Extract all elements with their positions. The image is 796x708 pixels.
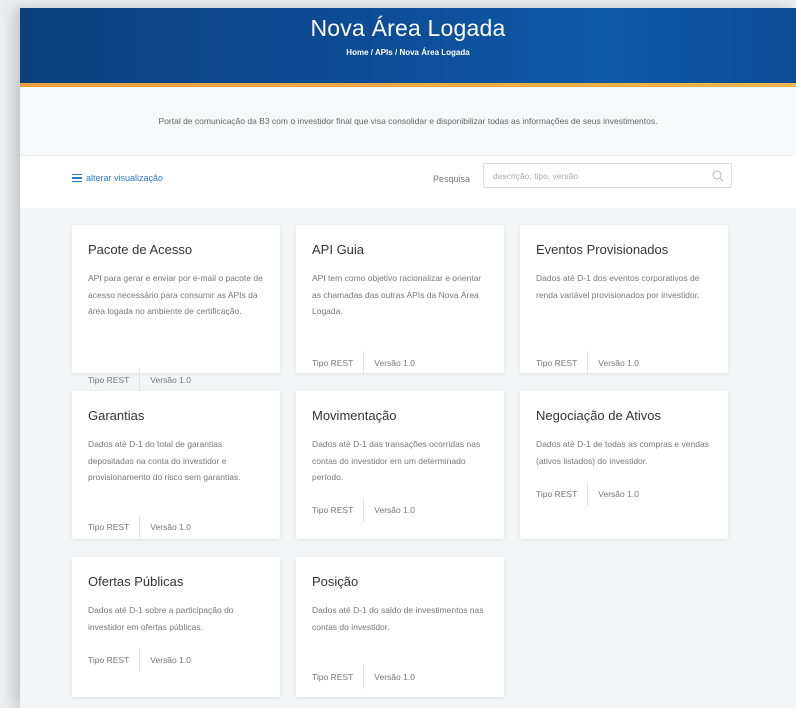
breadcrumb-separator: / (370, 48, 373, 57)
breadcrumb-apis[interactable]: APIs (375, 48, 393, 57)
card-meta: Tipo REST Versão 1.0 (88, 648, 191, 672)
card-title: Movimentação (312, 408, 397, 423)
card-title: Eventos Provisionados (536, 242, 669, 257)
card-version: Versão 1.0 (598, 489, 639, 499)
toolbar: alterar visualização Pesquisa (20, 156, 796, 208)
card-version: Versão 1.0 (374, 358, 415, 368)
card-version: Versão 1.0 (150, 655, 191, 665)
api-card[interactable]: Movimentação Dados até D-1 das transaçõe… (296, 391, 504, 539)
card-version: Versão 1.0 (598, 358, 639, 368)
card-type: Tipo REST (312, 358, 354, 368)
api-card[interactable]: API Guia API tem como objetivo racionali… (296, 225, 504, 375)
intro-section: Portal de comunicação da B3 com o invest… (20, 87, 796, 156)
card-title: Negociação de Ativos (536, 408, 662, 423)
api-card[interactable]: Pacote de Acesso API para gerar e enviar… (72, 225, 280, 392)
breadcrumb-home[interactable]: Home (346, 48, 368, 57)
card-description: Dados até D-1 do saldo de investimentos … (312, 605, 484, 632)
breadcrumb: Home / APIs / Nova Área Logada (20, 48, 796, 57)
api-card[interactable]: Posição Dados até D-1 do saldo de invest… (296, 557, 504, 697)
card-type: Tipo REST (88, 522, 130, 532)
api-card-grid: Pacote de Acesso API para gerar e enviar… (20, 208, 796, 708)
card-description: API tem como objetivo racionalizar e ori… (312, 273, 482, 316)
card-title: API Guia (312, 242, 365, 257)
api-card[interactable]: Negociação de Ativos Dados até D-1 de to… (520, 391, 728, 539)
view-toggle-label: alterar visualização (86, 173, 164, 183)
search-box (483, 163, 732, 188)
card-title: Posição (312, 574, 359, 589)
breadcrumb-current: Nova Área Logada (399, 48, 470, 57)
card-meta: Tipo REST Versão 1.0 (536, 351, 639, 375)
card-description: Dados até D-1 de todas as compras e vend… (536, 439, 709, 466)
api-card[interactable]: Garantias Dados até D-1 do total de gara… (72, 391, 280, 539)
card-type: Tipo REST (536, 358, 578, 368)
search-input[interactable] (484, 170, 711, 181)
card-version: Versão 1.0 (150, 522, 191, 532)
card-description: Dados até D-1 do total de garantias depo… (88, 439, 241, 482)
card-type: Tipo REST (312, 672, 354, 682)
card-version: Versão 1.0 (374, 672, 415, 682)
card-meta: Tipo REST Versão 1.0 (312, 665, 415, 689)
card-title: Pacote de Acesso (88, 242, 193, 257)
api-card[interactable]: Ofertas Públicas Dados até D-1 sobre a p… (72, 557, 280, 697)
card-type: Tipo REST (312, 505, 354, 515)
card-version: Versão 1.0 (374, 505, 415, 515)
page-frame: Nova Área Logada Home / APIs / Nova Área… (20, 8, 796, 708)
breadcrumb-separator: / (394, 48, 398, 57)
card-type: Tipo REST (88, 655, 130, 665)
card-meta: Tipo REST Versão 1.0 (88, 515, 191, 539)
search-label: Pesquisa (433, 174, 471, 184)
card-version: Versão 1.0 (150, 375, 191, 385)
page-header: Nova Área Logada Home / APIs / Nova Área… (20, 8, 796, 83)
card-description: Dados até D-1 das transações ocorridas n… (312, 439, 481, 482)
card-meta: Tipo REST Versão 1.0 (312, 351, 415, 375)
page-title: Nova Área Logada (310, 15, 506, 41)
card-meta: Tipo REST Versão 1.0 (312, 498, 415, 522)
list-view-icon (72, 174, 82, 182)
search-icon[interactable] (711, 169, 725, 183)
view-toggle-link[interactable]: alterar visualização (72, 173, 163, 183)
card-meta: Tipo REST Versão 1.0 (536, 482, 639, 506)
card-title: Ofertas Públicas (88, 574, 184, 589)
card-description: Dados até D-1 dos eventos corporativos d… (536, 273, 700, 300)
card-meta: Tipo REST Versão 1.0 (88, 368, 191, 392)
card-type: Tipo REST (88, 375, 130, 385)
intro-text: Portal de comunicação da B3 com o invest… (158, 116, 658, 126)
card-description: API para gerar e enviar por e-mail o pac… (88, 273, 263, 316)
card-description: Dados até D-1 sobre a participação do in… (88, 605, 234, 632)
api-card[interactable]: Eventos Provisionados Dados até D-1 dos … (520, 225, 728, 375)
card-title: Garantias (88, 408, 145, 423)
card-type: Tipo REST (536, 489, 578, 499)
